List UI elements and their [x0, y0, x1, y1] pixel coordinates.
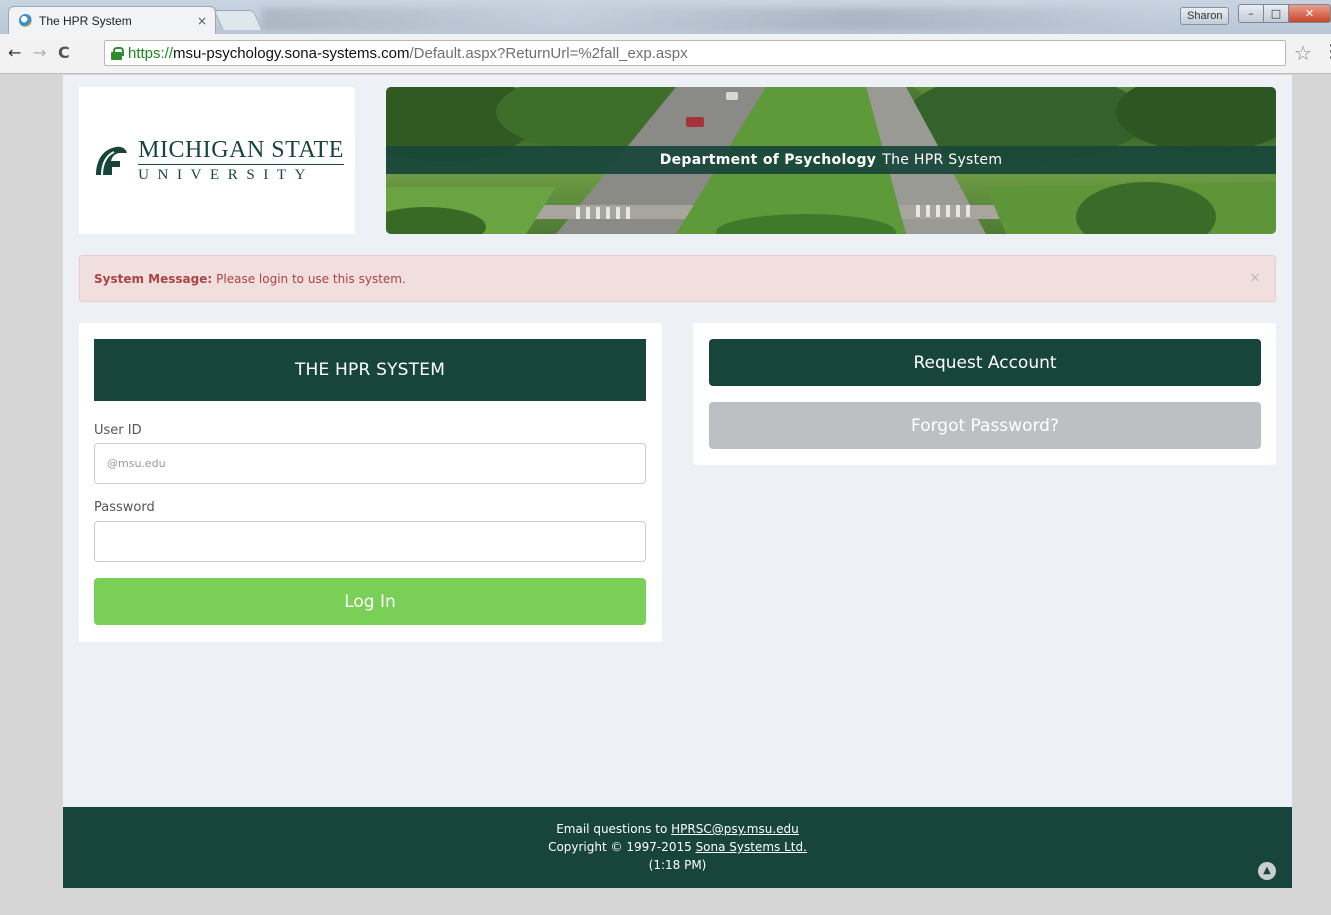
footer-email-prefix: Email questions to [556, 822, 668, 836]
logo-wordmark: MICHIGAN STATE UNIVERSITY [138, 137, 344, 185]
window-minimize-button[interactable]: – [1238, 4, 1264, 23]
url-scheme: https:// [128, 44, 174, 62]
footer-copyright-prefix: Copyright © 1997-2015 [548, 840, 692, 854]
msu-logo[interactable]: MICHIGAN STATE UNIVERSITY [79, 87, 355, 234]
spartan-helmet-icon [96, 146, 128, 175]
alert-label: System Message: [94, 271, 213, 286]
browser-titlebar: The HPR System × Sharon – □ ✕ [0, 0, 1331, 34]
back-icon[interactable]: ← [8, 43, 21, 62]
tab-title: The HPR System [39, 13, 132, 28]
footer-email-line: Email questions to HPRSC@psy.msu.edu [63, 820, 1292, 838]
reload-icon[interactable]: C [58, 43, 70, 62]
footer-email-link[interactable]: HPRSC@psy.msu.edu [671, 822, 799, 836]
page-container: MICHIGAN STATE UNIVERSITY Department of … [63, 75, 1292, 888]
new-tab-button[interactable] [213, 10, 263, 30]
page-viewport: MICHIGAN STATE UNIVERSITY Department of … [0, 75, 1331, 915]
menu-icon[interactable]: ⋮ [1322, 41, 1331, 62]
logo-line2: UNIVERSITY [138, 166, 315, 183]
profile-button[interactable]: Sharon [1180, 7, 1230, 25]
url-host: msu-psychology.sona-systems.com [173, 44, 410, 62]
password-input[interactable] [94, 521, 646, 562]
browser-tab[interactable]: The HPR System × [8, 6, 216, 34]
footer-time: (1:18 PM) [648, 858, 707, 872]
logo-line1: MICHIGAN STATE [138, 136, 344, 165]
forward-icon[interactable]: → [33, 43, 46, 62]
forgot-password-button[interactable]: Forgot Password? [709, 402, 1261, 449]
bookmark-star-icon[interactable]: ☆ [1294, 41, 1312, 65]
password-label: Password [94, 500, 155, 515]
url-text: https://msu-psychology.sona-systems.com/… [128, 45, 688, 62]
alert-text: Please login to use this system. [216, 271, 406, 286]
blurred-tab-area [262, 8, 1162, 30]
address-bar[interactable]: https://msu-psychology.sona-systems.com/… [104, 40, 1286, 66]
user-id-label: User ID [94, 423, 142, 438]
system-message-alert: System Message: Please login to use this… [79, 255, 1276, 302]
campus-banner: Department of Psychology The HPR System [386, 87, 1276, 234]
account-actions-card: Request Account Forgot Password? [693, 323, 1276, 465]
page-footer: Email questions to HPRSC@psy.msu.edu Cop… [63, 807, 1292, 888]
lock-icon[interactable] [111, 46, 124, 60]
login-card: THE HPR SYSTEM User ID Password Log In [79, 323, 662, 642]
address-toolbar: ← → C https://msu-psychology.sona-system… [0, 34, 1331, 74]
request-account-button[interactable]: Request Account [709, 339, 1261, 386]
url-path: /Default.aspx?ReturnUrl=%2fall_exp.aspx [409, 44, 688, 62]
alert-close-icon[interactable]: × [1249, 270, 1261, 286]
banner-system-name: The HPR System [882, 152, 1003, 168]
log-in-button[interactable]: Log In [94, 578, 646, 625]
window-maximize-button[interactable]: □ [1263, 4, 1289, 23]
banner-department: Department of Psychology [659, 152, 877, 168]
site-favicon-icon [19, 14, 32, 27]
user-id-input[interactable] [94, 443, 646, 484]
footer-copyright-line: Copyright © 1997-2015 Sona Systems Ltd. [63, 838, 1292, 856]
banner-title: Department of Psychology The HPR System [386, 146, 1276, 174]
scroll-to-top-icon[interactable]: ▲ [1258, 862, 1276, 880]
tab-close-icon[interactable]: × [197, 14, 207, 28]
window-close-button[interactable]: ✕ [1288, 4, 1331, 23]
login-title: THE HPR SYSTEM [94, 339, 646, 401]
footer-company-link[interactable]: Sona Systems Ltd. [696, 840, 807, 854]
